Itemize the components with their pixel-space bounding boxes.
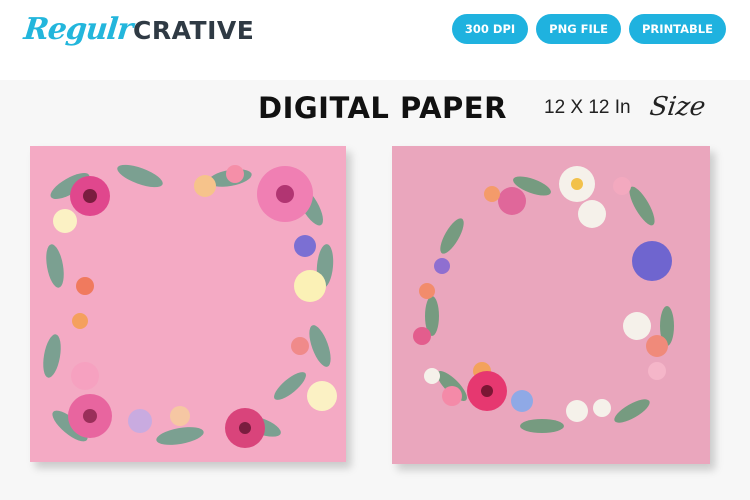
- title-row: DIGITAL PAPER 12 X 12 In Size: [0, 88, 750, 132]
- badge-file-type: PNG FILE: [536, 14, 621, 44]
- brand-logo-block: CRATIVE: [133, 16, 255, 45]
- square-floral-frame-illustration: [43, 164, 337, 448]
- header: Regulr CRATIVE 300 DPI PNG FILE PRINTABL…: [0, 0, 750, 80]
- badge-dpi: 300 DPI: [451, 14, 529, 44]
- round-floral-wreath-illustration: [413, 166, 674, 433]
- feature-badges: 300 DPI PNG FILE PRINTABLE: [451, 14, 726, 44]
- product-showcase: DIGITAL PAPER 12 X 12 In Size: [0, 80, 750, 500]
- paper-square-floral-frame: [30, 146, 346, 462]
- brand-logo[interactable]: Regulr CRATIVE: [22, 12, 255, 62]
- size-script: Size: [647, 92, 708, 122]
- page-title: DIGITAL PAPER: [258, 91, 507, 125]
- brand-logo-script: Regulr: [22, 12, 134, 47]
- paper-round-floral-wreath: [392, 146, 710, 464]
- badge-printable: PRINTABLE: [629, 14, 726, 44]
- size-label: 12 X 12 In: [544, 97, 631, 118]
